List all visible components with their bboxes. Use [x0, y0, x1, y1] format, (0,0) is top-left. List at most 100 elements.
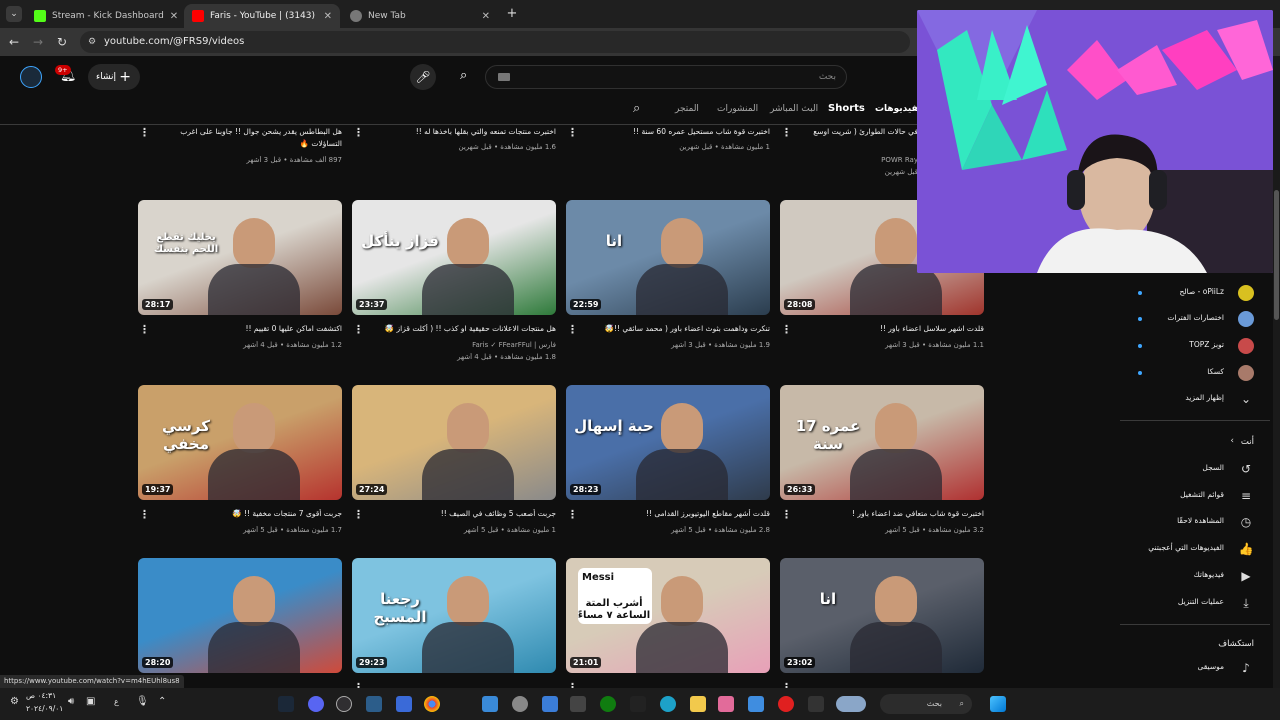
wifi-icon[interactable]: ▣: [86, 696, 95, 707]
video-title[interactable]: قلدت أشهر مقاطع اليوتيوبرز القدامى !!: [580, 509, 770, 518]
sidebar-you-item[interactable]: فيديوهاتك ▶: [1120, 565, 1280, 587]
more-options-icon[interactable]: ⋮: [781, 323, 792, 336]
forward-arrow-icon[interactable]: →: [30, 34, 46, 50]
more-options-icon[interactable]: ⋮: [353, 126, 364, 139]
more-options-icon[interactable]: ⋮: [567, 508, 578, 521]
clock-date[interactable]: ٢٠٢٤/٠٩/٠١: [26, 704, 63, 713]
mail-icon[interactable]: [542, 696, 558, 712]
more-options-icon[interactable]: ⋮: [781, 508, 792, 521]
more-options-icon[interactable]: ⋮: [139, 323, 150, 336]
video-thumbnail[interactable]: رجعنا المسبح 29:23: [352, 558, 556, 673]
opera-icon[interactable]: [778, 696, 794, 712]
sidebar-subscription[interactable]: اختصارات الفترات: [1120, 308, 1280, 330]
more-options-icon[interactable]: ⋮: [353, 323, 364, 336]
video-thumbnail[interactable]: حبة إسهال 28:23: [566, 385, 770, 500]
new-tab-plus-icon[interactable]: +: [504, 6, 520, 22]
sidebar-subscription[interactable]: كسكا: [1120, 362, 1280, 384]
obs-icon[interactable]: [336, 696, 352, 712]
folder-icon[interactable]: [690, 696, 706, 712]
search-input[interactable]: بحث: [485, 65, 847, 89]
close-tab-icon[interactable]: ✕: [324, 11, 332, 22]
video-thumbnail[interactable]: Messi أشرب المتة الساعة ٧ مساءً 21:01: [566, 558, 770, 673]
more-options-icon[interactable]: ⋮: [139, 126, 150, 139]
video-title[interactable]: تنكرت وداهمت بثوث اعضاء باور ( محمد سائق…: [580, 324, 770, 333]
network-icon[interactable]: ⚙: [10, 696, 19, 707]
terminal-icon[interactable]: [366, 696, 382, 712]
video-title[interactable]: جربت أقوى 7 منتجات مخفية !! 🤯: [152, 509, 342, 518]
steam-icon[interactable]: [278, 696, 294, 712]
video-thumbnail[interactable]: انا 23:02: [780, 558, 984, 673]
tab-store[interactable]: المتجر: [675, 104, 699, 114]
search-icon[interactable]: ⌕: [460, 68, 467, 83]
app-icon-2[interactable]: [718, 696, 734, 712]
site-info-icon[interactable]: ⚙: [88, 31, 96, 53]
close-tab-icon[interactable]: ✕: [170, 11, 178, 22]
settings-icon[interactable]: [512, 696, 528, 712]
page-scrollbar[interactable]: [1273, 56, 1280, 688]
weather-icon[interactable]: [836, 696, 866, 712]
store-icon[interactable]: [630, 696, 646, 712]
sidebar-subscription[interactable]: توبز TOPZ: [1120, 335, 1280, 357]
start-icon[interactable]: [990, 696, 1006, 712]
video-thumbnail[interactable]: عمره 17 سنة 26:33: [780, 385, 984, 500]
chrome-taskbar-icon[interactable]: [424, 696, 440, 712]
media-icon[interactable]: [570, 696, 586, 712]
scrollbar-thumb[interactable]: [1274, 190, 1279, 320]
photos-icon[interactable]: [482, 696, 498, 712]
video-title[interactable]: اكتشفت اماكن عليها 0 تقييم !!: [152, 324, 342, 333]
sidebar-you-item[interactable]: قوائم التشغيل ≡: [1120, 485, 1280, 507]
video-title[interactable]: جربت أصعب 5 وظائف في الصيف !!: [366, 509, 556, 518]
sidebar-you-item[interactable]: الفيديوهات التي أعجبتني 👍: [1120, 538, 1280, 560]
show-more-button[interactable]: إظهار المزيد ⌄: [1120, 388, 1280, 410]
video-title[interactable]: اختبرت قوة شاب متعافي ضد اعضاء باور !: [794, 509, 984, 518]
video-thumbnail[interactable]: كرسي مخفي 19:37: [138, 385, 342, 500]
sidebar-you-item[interactable]: المشاهدة لاحقًا ◷: [1120, 511, 1280, 533]
discord-icon[interactable]: [308, 696, 324, 712]
xbox-icon[interactable]: [600, 696, 616, 712]
close-tab-icon[interactable]: ✕: [482, 11, 490, 22]
sidebar-item-music[interactable]: موسيقى ♪: [1120, 657, 1280, 679]
tab-posts[interactable]: المنشورات: [717, 104, 758, 114]
avatar[interactable]: [20, 66, 42, 88]
tab-new-tab[interactable]: New Tab ✕: [342, 4, 498, 28]
create-button[interactable]: إنشاء +: [88, 64, 140, 90]
tab-youtube[interactable]: Faris - YouTube | فارس (3143) ✕: [184, 4, 340, 28]
video-thumbnail[interactable]: 27:24: [352, 385, 556, 500]
video-title[interactable]: اختبرت منتجات تمنعه والتي بقلها باخذها ل…: [366, 127, 556, 136]
video-title[interactable]: في حالات الطوارئ ( شريت اوسع: [794, 127, 918, 136]
channel-search-icon[interactable]: ⌕: [633, 101, 640, 116]
microphone-icon[interactable]: 🎤︎: [410, 64, 436, 90]
keyboard-icon[interactable]: [498, 73, 510, 81]
chevron-up-icon[interactable]: ⌃: [158, 696, 166, 707]
video-thumbnail[interactable]: انا 22:59: [566, 200, 770, 315]
app-icon-4[interactable]: [808, 696, 824, 712]
sidebar-you-item[interactable]: عمليات التنزيل ⤓: [1120, 592, 1280, 614]
tab-search-button[interactable]: ⌄: [6, 6, 22, 22]
video-thumbnail[interactable]: يخليك تقطع اللحم بنفسك 28:17: [138, 200, 342, 315]
more-options-icon[interactable]: ⋮: [567, 323, 578, 336]
video-title-line2[interactable]: التساؤلات 🔥: [152, 139, 342, 148]
mic-icon[interactable]: 🎙︎: [136, 696, 149, 707]
clock-time[interactable]: ٠٤:٣١ ص: [26, 691, 56, 700]
taskbar-search[interactable]: بحث ⌕: [880, 694, 972, 714]
edge-icon[interactable]: [660, 696, 676, 712]
video-title[interactable]: اختبرت قوة شاب مستحيل عمره 60 سنة !!: [580, 127, 770, 136]
sidebar-you-item[interactable]: السجل ↺: [1120, 458, 1280, 480]
url-field[interactable]: ⚙ youtube.com/@FRS9/videos: [80, 31, 910, 53]
video-channel[interactable]: فارس | Faris ✓ FFearFFul: [366, 341, 556, 349]
video-title[interactable]: هل البطاطس يقدر يشحن جوال !! جاوبنا على …: [152, 127, 342, 136]
more-options-icon[interactable]: ⋮: [353, 508, 364, 521]
reload-icon[interactable]: ↻: [54, 34, 70, 50]
sidebar-subscription[interactable]: oPiiLz - صالح: [1120, 282, 1280, 304]
back-arrow-icon[interactable]: ←: [6, 34, 22, 50]
more-options-icon[interactable]: ⋮: [139, 508, 150, 521]
video-title[interactable]: هل منتجات الاعلانات حقيقية او كذب !! ( أ…: [366, 324, 556, 333]
tab-shorts[interactable]: Shorts: [828, 103, 865, 114]
app-icon[interactable]: [396, 696, 412, 712]
tab-live[interactable]: البث المباشر: [770, 104, 818, 114]
video-thumbnail[interactable]: 28:20: [138, 558, 342, 673]
you-section-header[interactable]: أنت ‹: [1120, 432, 1280, 454]
volume-icon[interactable]: 🔊︎: [68, 696, 74, 707]
more-options-icon[interactable]: ⋮: [781, 126, 792, 139]
language-indicator[interactable]: ع: [114, 697, 119, 706]
